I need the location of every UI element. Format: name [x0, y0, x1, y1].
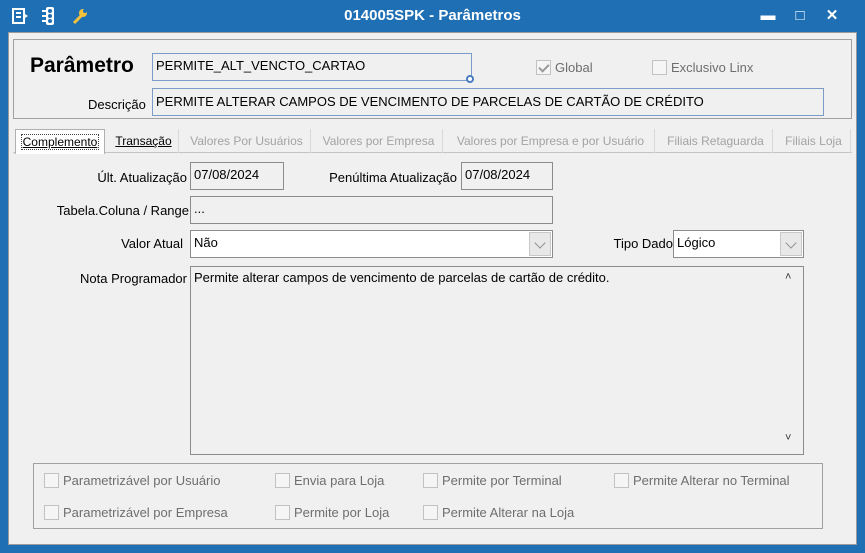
valor-atual-value: Não: [194, 235, 218, 250]
tab-filiais-loja[interactable]: Filiais Loja: [777, 129, 851, 153]
tab-valores-empresa-usuario[interactable]: Valores por Empresa e por Usuário: [447, 129, 655, 153]
ultima-atualizacao-field[interactable]: 07/08/2024: [190, 162, 284, 190]
permite-loja-checkbox[interactable]: Permite por Loja: [275, 505, 389, 520]
tipo-dado-label: Tipo Dado: [613, 236, 674, 251]
checkbox-icon: [44, 505, 59, 520]
parametrizavel-usuario-label: Parametrizável por Usuário: [63, 473, 221, 488]
exclusivo-linx-label: Exclusivo Linx: [671, 60, 754, 75]
form-client-area: Parâmetro PERMITE_ALT_VENCTO_CARTAO Glob…: [8, 32, 857, 545]
checkbox-icon: [275, 505, 290, 520]
valor-atual-label: Valor Atual: [121, 236, 183, 251]
chevron-down-icon[interactable]: [529, 232, 551, 256]
options-group: Parametrizável por Usuário Envia para Lo…: [33, 463, 823, 529]
minimize-button[interactable]: ▬: [757, 6, 779, 26]
envia-loja-label: Envia para Loja: [294, 473, 385, 488]
close-button[interactable]: ✕: [821, 6, 843, 26]
scroll-down-icon[interactable]: ˅: [785, 432, 795, 444]
parametrizavel-empresa-label: Parametrizável por Empresa: [63, 505, 228, 520]
window-title: 014005SPK - Parâmetros: [344, 7, 521, 24]
tipo-dado-value: Lógico: [677, 235, 716, 250]
checkbox-checked-icon: [536, 60, 551, 75]
maximize-button[interactable]: □: [789, 6, 811, 26]
checkbox-icon: [44, 473, 59, 488]
lookup-icon[interactable]: [466, 75, 474, 83]
title-bar: 014005SPK - Parâmetros ▬ □ ✕: [0, 0, 865, 32]
ultima-atualizacao-label: Últ. Atualização: [97, 170, 187, 185]
penultima-atualizacao-field[interactable]: 07/08/2024: [461, 162, 553, 190]
description-field[interactable]: PERMITE ALTERAR CAMPOS DE VENCIMENTO DE …: [152, 88, 824, 116]
checkbox-icon: [614, 473, 629, 488]
tab-strip: Complemento Transação Valores Por Usuári…: [13, 129, 852, 154]
permite-alterar-terminal-checkbox[interactable]: Permite Alterar no Terminal: [614, 473, 790, 488]
app-window: 014005SPK - Parâmetros ▬ □ ✕ Parâmetro P…: [0, 0, 865, 553]
parametrizavel-empresa-checkbox[interactable]: Parametrizável por Empresa: [44, 505, 228, 520]
checkbox-icon: [423, 505, 438, 520]
exclusivo-linx-checkbox[interactable]: Exclusivo Linx: [652, 60, 753, 75]
permite-terminal-label: Permite por Terminal: [442, 473, 562, 488]
chevron-down-icon[interactable]: [780, 232, 802, 256]
permite-alterar-terminal-label: Permite Alterar no Terminal: [633, 473, 790, 488]
tabela-coluna-label: Tabela.Coluna / Range: [56, 203, 189, 218]
parametrizavel-usuario-checkbox[interactable]: Parametrizável por Usuário: [44, 473, 221, 488]
permite-loja-label: Permite por Loja: [294, 505, 390, 520]
tab-filiais-retaguarda[interactable]: Filiais Retaguarda: [659, 129, 773, 153]
tab-complemento[interactable]: Complemento: [15, 129, 105, 154]
checkbox-icon: [275, 473, 290, 488]
parameter-label: Parâmetro: [30, 54, 134, 77]
permite-alterar-loja-checkbox[interactable]: Permite Alterar na Loja: [423, 505, 574, 520]
global-checkbox[interactable]: Global: [536, 60, 593, 75]
tab-valores-por-empresa[interactable]: Valores por Empresa: [315, 129, 443, 153]
parameter-field[interactable]: PERMITE_ALT_VENCTO_CARTAO: [152, 53, 474, 83]
permite-terminal-checkbox[interactable]: Permite por Terminal: [423, 473, 562, 488]
parameter-header: Parâmetro PERMITE_ALT_VENCTO_CARTAO Glob…: [13, 39, 852, 119]
global-label: Global: [555, 60, 593, 75]
scroll-up-icon[interactable]: ˄: [785, 271, 795, 283]
tabela-coluna-field[interactable]: ...: [190, 196, 553, 224]
valor-atual-dropdown[interactable]: Não: [190, 230, 553, 258]
permite-alterar-loja-label: Permite Alterar na Loja: [442, 505, 575, 520]
tipo-dado-dropdown[interactable]: Lógico: [673, 230, 804, 258]
nota-programador-textarea[interactable]: Permite alterar campos de vencimento de …: [190, 266, 804, 455]
parameter-value: PERMITE_ALT_VENCTO_CARTAO: [156, 58, 366, 73]
nota-programador-text: Permite alterar campos de vencimento de …: [194, 270, 610, 285]
nota-programador-label: Nota Programador: [80, 271, 187, 286]
envia-loja-checkbox[interactable]: Envia para Loja: [275, 473, 384, 488]
penultima-atualizacao-label: Penúltima Atualização: [329, 170, 457, 185]
description-label: Descrição: [88, 97, 146, 112]
tab-transacao[interactable]: Transação: [109, 129, 179, 153]
checkbox-icon: [652, 60, 667, 75]
tab-valores-por-usuarios[interactable]: Valores Por Usuários: [183, 129, 311, 153]
checkbox-icon: [423, 473, 438, 488]
